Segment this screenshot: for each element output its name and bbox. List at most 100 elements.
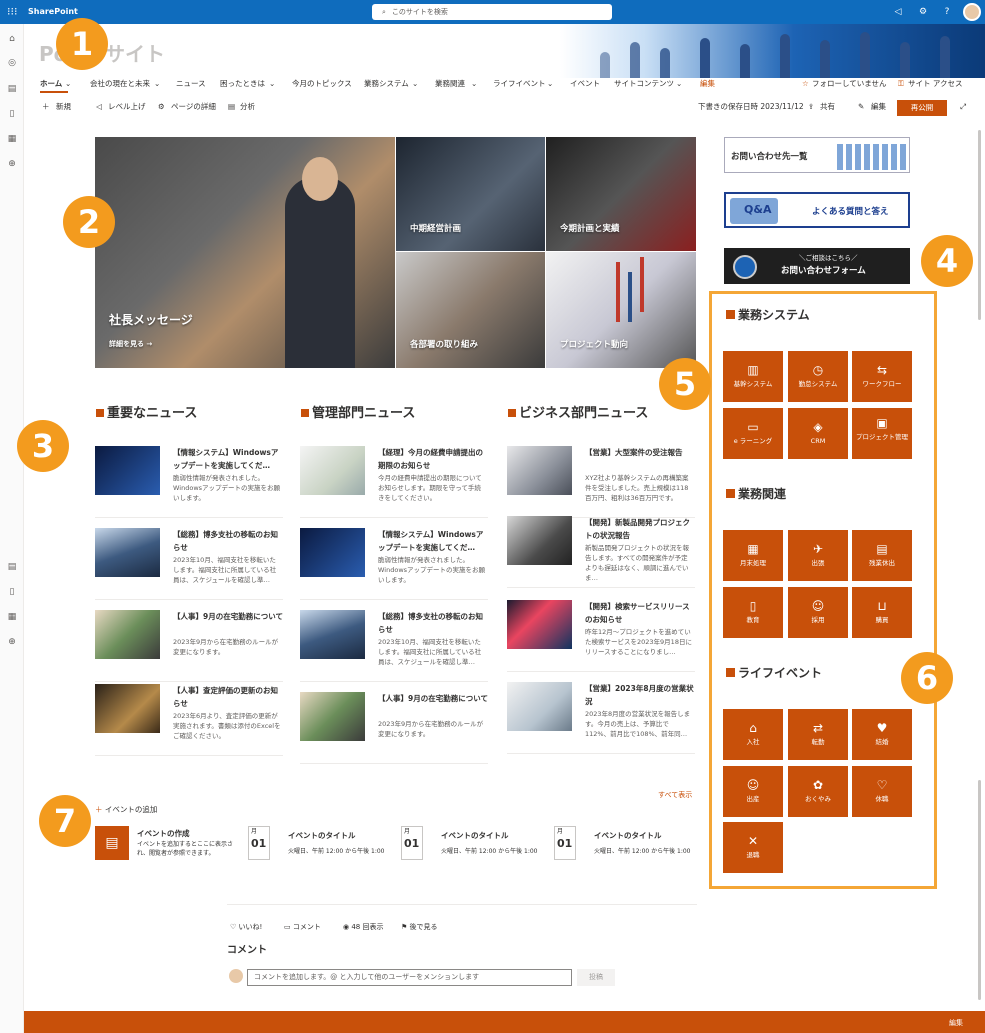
hero-tile-main[interactable]: 社長メッセージ 詳細を見る →: [95, 137, 395, 368]
help-icon[interactable]: ?: [940, 5, 954, 19]
chevron-down-icon[interactable]: ⌄: [547, 77, 553, 91]
nav-site-contents[interactable]: サイトコンテンツ: [614, 77, 674, 91]
pencil-icon[interactable]: ✎: [858, 99, 864, 115]
plus-icon[interactable]: ⊕: [5, 635, 19, 649]
waffle-icon[interactable]: ⁝⁝⁝: [7, 6, 19, 18]
event-card[interactable]: 月 01 イベントのタイトル 火曜日、午前 12:00 から午後 1:00: [248, 826, 393, 866]
edit-button[interactable]: 編集: [871, 99, 886, 115]
news-item[interactable]: 【人事】査定評価の更新のお知らせ 2023年6月より、査定評価の更新が実施されます…: [95, 684, 283, 756]
chevron-down-icon[interactable]: ⌄: [65, 77, 71, 91]
news-item[interactable]: 【人事】9月の在宅勤務について 2023年9月から在宅勤務のルールが変更になります…: [300, 692, 488, 764]
news-item[interactable]: 【営業】大型案件の受注報告 XYZ社より基幹システムの再構築案件を受注しました。売…: [507, 446, 695, 518]
scrollbar-thumb[interactable]: [978, 130, 981, 320]
like-button[interactable]: ♡ いいね!: [230, 922, 262, 932]
chevron-down-icon[interactable]: ⌄: [412, 77, 418, 91]
analytics-button[interactable]: 分析: [240, 99, 255, 115]
hero-tile-4[interactable]: プロジェクト動向: [546, 252, 696, 368]
level-up-icon[interactable]: ◁: [96, 99, 102, 115]
comment-button[interactable]: ▭ コメント: [284, 922, 321, 932]
follow-button[interactable]: フォローしていません: [812, 77, 887, 91]
event-card[interactable]: 月 01 イベントのタイトル 火曜日、午前 12:00 から午後 1:00: [554, 826, 699, 866]
calendar-icon[interactable]: ▤: [5, 560, 19, 574]
chevron-down-icon[interactable]: ⌄: [471, 77, 477, 91]
gear-icon[interactable]: ⚙: [158, 99, 165, 115]
key-icon[interactable]: ⚿: [898, 77, 904, 91]
news-item[interactable]: 【経理】今月の経費申請提出の期限のお知らせ 今月の経費申請提出の期限について お知…: [300, 446, 488, 518]
expand-icon[interactable]: ⤢: [960, 99, 966, 115]
hero-tile-2[interactable]: 今期計画と実績: [546, 137, 696, 251]
level-up-button[interactable]: レベル上げ: [108, 99, 146, 115]
inquiry-form-banner[interactable]: ＼ご相談はこちら／ お問い合わせフォーム: [724, 248, 910, 284]
megaphone-icon[interactable]: ◁: [891, 5, 905, 19]
calendar-icon[interactable]: ▤: [5, 82, 19, 96]
hero-tile-3[interactable]: 各部署の取り組み: [396, 252, 545, 368]
add-event-button[interactable]: ＋ イベントの追加: [95, 804, 157, 815]
nav-events[interactable]: イベント: [570, 77, 600, 91]
file-icon[interactable]: ▯: [5, 107, 19, 121]
tile-core-system[interactable]: ▥ 基幹システム: [723, 351, 783, 402]
list-icon[interactable]: ▦: [5, 610, 19, 624]
tile-workflow[interactable]: ⇆ ワークフロー: [852, 351, 912, 402]
news-item[interactable]: 【開発】検索サービスリリースのお知らせ 昨年12月〜プロジェクトを進めていた検索サ…: [507, 600, 695, 672]
nav-edit[interactable]: 編集: [700, 77, 715, 91]
tile-recruiting[interactable]: ☺ 採用: [788, 587, 848, 638]
event-card[interactable]: 月 01 イベントのタイトル 火曜日、午前 12:00 から午後 1:00: [401, 826, 546, 866]
news-item[interactable]: 【総務】博多支社の移転のお知らせ 2023年10月、福岡支社を移転いたします。福岡…: [300, 610, 488, 682]
list-icon[interactable]: ▦: [5, 132, 19, 146]
page-details-button[interactable]: ページの詳細: [171, 99, 216, 115]
star-icon[interactable]: ☆: [802, 77, 809, 91]
search-input[interactable]: ⌕ このサイトを検索: [372, 4, 612, 20]
inquiry-list-banner[interactable]: お問い合わせ先一覧: [724, 137, 910, 173]
tile-leave[interactable]: ♡ 休職: [852, 766, 912, 817]
globe-icon[interactable]: ◎: [5, 56, 19, 70]
comment-input[interactable]: コメントを追加します。@ と入力して他のユーザーをメンションします: [247, 969, 572, 986]
plus-icon[interactable]: ＋: [42, 99, 50, 115]
avatar[interactable]: [963, 3, 981, 21]
site-access-button[interactable]: サイト アクセス: [908, 77, 963, 91]
news-item[interactable]: 【開発】新製品開発プロジェクトの状況報告 新製品開発プロジェクトの状況を報告します…: [507, 516, 695, 588]
tile-transfer[interactable]: ⇄ 転勤: [788, 709, 848, 760]
news-item[interactable]: 【営業】2023年8月度の営業状況 2023年8月度の営業状況を報告します。今月の…: [507, 682, 695, 754]
create-event-title[interactable]: イベントの作成: [137, 828, 190, 839]
footer-edit-link[interactable]: 編集: [949, 1018, 963, 1028]
hero-main-link[interactable]: 詳細を見る →: [109, 339, 152, 349]
new-button[interactable]: 新規: [56, 99, 71, 115]
chevron-down-icon[interactable]: ⌄: [676, 77, 682, 91]
tile-elearning[interactable]: ▭ e ラーニング: [723, 408, 783, 459]
tile-crm[interactable]: ◈ CRM: [788, 408, 848, 459]
chevron-down-icon[interactable]: ⌄: [154, 77, 160, 91]
tile-overtime[interactable]: ▤ 残業休出: [852, 530, 912, 581]
save-for-later-button[interactable]: ⚑ 後で見る: [401, 922, 438, 932]
file-icon[interactable]: ▯: [5, 585, 19, 599]
tile-education[interactable]: ▯ 教育: [723, 587, 783, 638]
news-item[interactable]: 【情報システム】Windowsアップデートを実施してくだ… 脆弱性情報が発表されま…: [95, 446, 283, 518]
nav-help[interactable]: 困ったときは: [220, 77, 265, 91]
tile-attendance[interactable]: ◷ 勤怠システム: [788, 351, 848, 402]
nav-news[interactable]: ニュース: [176, 77, 206, 91]
tile-month-end[interactable]: ▦ 月末処理: [723, 530, 783, 581]
plus-icon[interactable]: ⊕: [5, 157, 19, 171]
news-item[interactable]: 【人事】9月の在宅勤務について 2023年9月から在宅勤務のルールが変更になります…: [95, 610, 283, 682]
nav-topics[interactable]: 今月のトピックス: [292, 77, 352, 91]
chevron-down-icon[interactable]: ⌄: [269, 77, 275, 91]
tile-childbirth[interactable]: ☺ 出産: [723, 766, 783, 817]
post-button[interactable]: 投稿: [577, 969, 615, 986]
faq-banner[interactable]: Q&A よくある質問と答え: [724, 192, 910, 228]
nav-company[interactable]: 会社の現在と未来: [90, 77, 150, 91]
nav-life-events[interactable]: ライフイベント: [493, 77, 546, 91]
hero-tile-1[interactable]: 中期経営計画: [396, 137, 545, 251]
nav-home[interactable]: ホーム: [40, 77, 62, 91]
tile-condolence[interactable]: ✿ おくやみ: [788, 766, 848, 817]
tile-project[interactable]: ▣ プロジェクト管理: [852, 408, 912, 459]
chart-icon[interactable]: ▤: [228, 99, 235, 115]
share-button[interactable]: 共有: [820, 99, 835, 115]
show-all-link[interactable]: すべて表示: [658, 790, 692, 800]
home-icon[interactable]: ⌂: [5, 32, 19, 46]
tile-purchasing[interactable]: ⊔ 購買: [852, 587, 912, 638]
nav-business-systems[interactable]: 業務システム: [364, 77, 409, 91]
scrollbar-thumb[interactable]: [978, 780, 981, 1000]
app-brand[interactable]: SharePoint: [28, 5, 78, 19]
news-item[interactable]: 【情報システム】Windowsアップデートを実施してくだ… 脆弱性情報が発表されま…: [300, 528, 488, 600]
tile-retirement[interactable]: ✕ 退職: [723, 822, 783, 873]
share-icon[interactable]: ⇪: [808, 99, 814, 115]
